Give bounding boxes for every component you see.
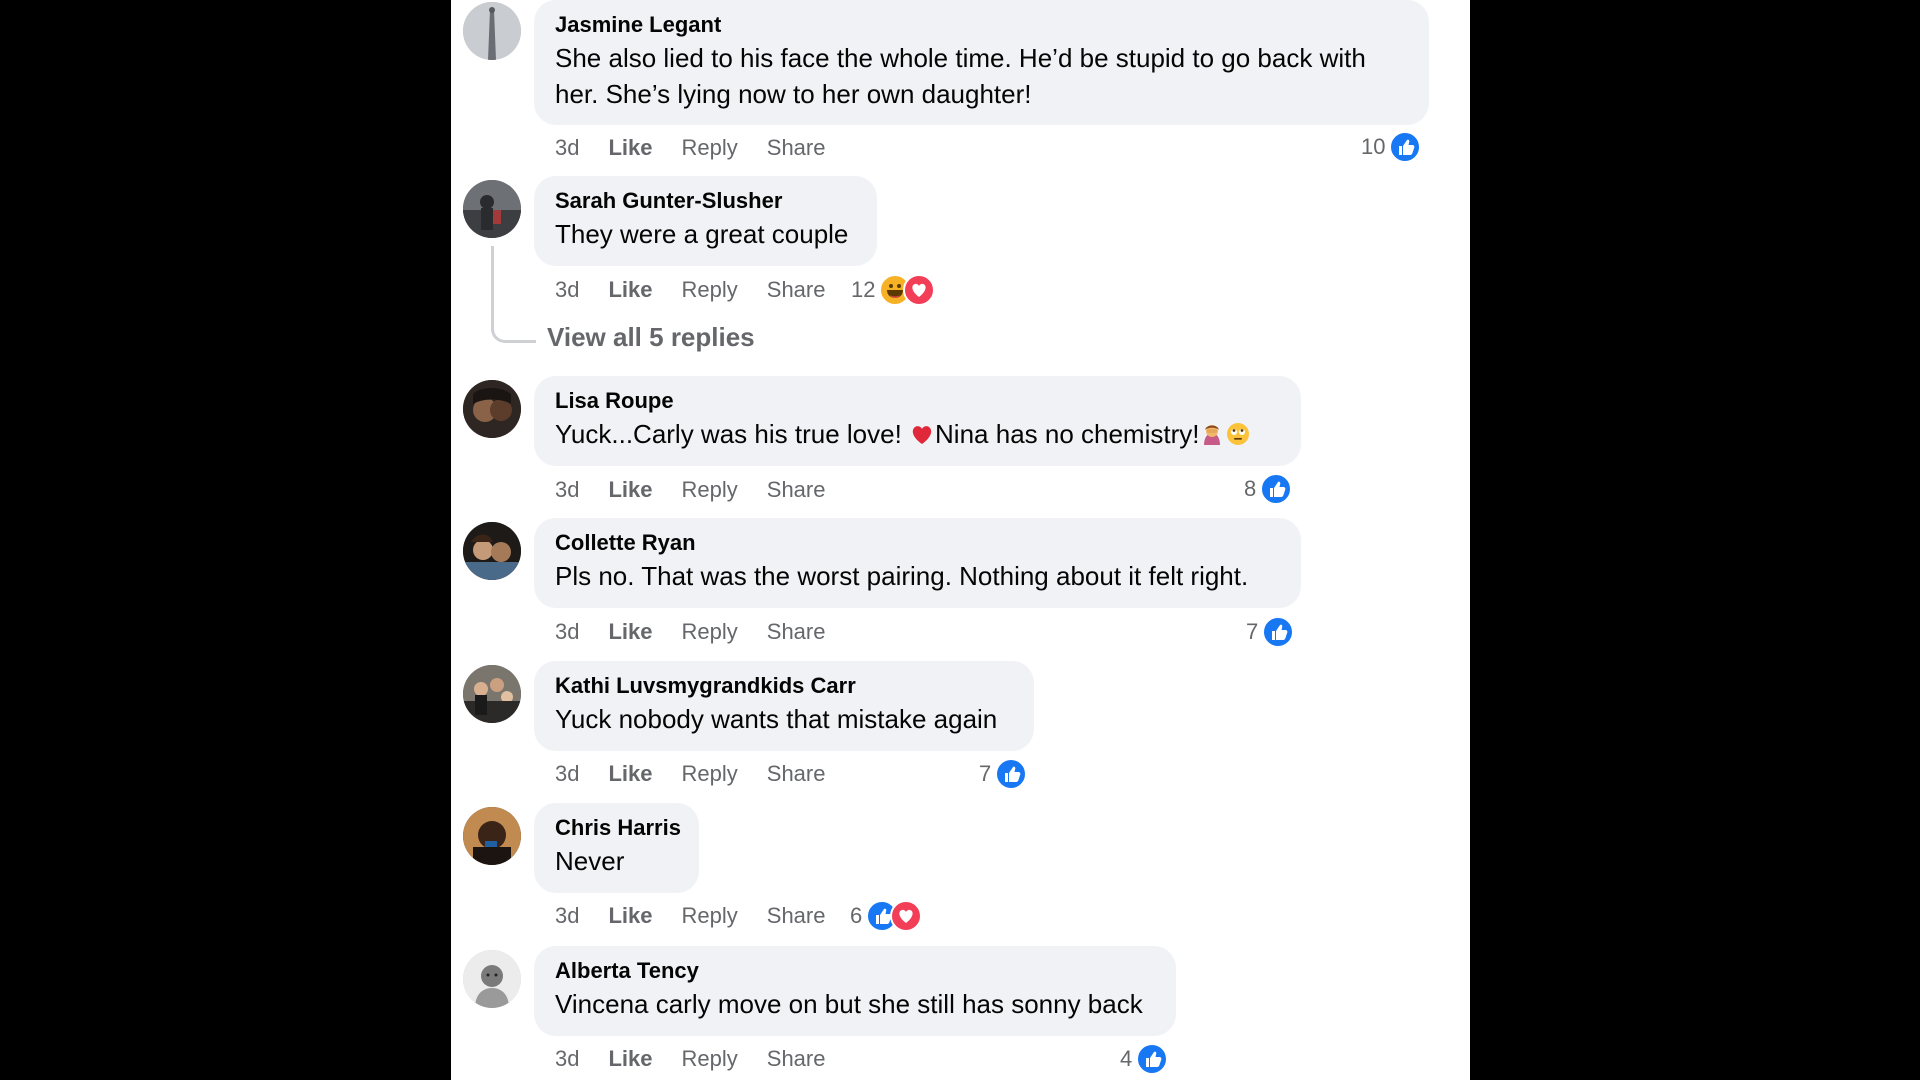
avatar-sarah-gunter-slusher[interactable] xyxy=(463,180,521,238)
comment-bubble-lisa-roupe: Lisa Roupe Yuck...Carly was his true lov… xyxy=(534,376,1301,466)
comment-bubble-collette-ryan: Collette Ryan Pls no. That was the worst… xyxy=(534,518,1301,608)
love-icon xyxy=(903,274,936,306)
comment-actions: 3d Like Reply Share xyxy=(555,475,854,505)
comment-bubble-sarah-gunter-slusher: Sarah Gunter-Slusher They were a great c… xyxy=(534,176,877,266)
comment-actions: 3d Like Reply Share xyxy=(555,617,854,647)
comment-text: Yuck...Carly was his true love! Nina has… xyxy=(555,416,1280,452)
comment-time[interactable]: 3d xyxy=(555,619,579,645)
comment-author[interactable]: Chris Harris xyxy=(555,813,681,843)
comment-actions: 3d Like Reply Share xyxy=(555,275,854,305)
comment-bubble-alberta-tency: Alberta Tency Vincena carly move on but … xyxy=(534,946,1176,1036)
comment-author[interactable]: Alberta Tency xyxy=(555,956,1155,986)
avatar-chris-harris[interactable] xyxy=(463,807,521,865)
like-icon xyxy=(1260,473,1293,505)
avatar-jasmine-legant[interactable] xyxy=(463,2,521,60)
comment-author[interactable]: Lisa Roupe xyxy=(555,386,1280,416)
comment-text: Vincena carly move on but she still has … xyxy=(555,989,1143,1019)
comment-author[interactable]: Sarah Gunter-Slusher xyxy=(555,186,856,216)
like-icon xyxy=(1262,616,1295,648)
share-button[interactable]: Share xyxy=(767,903,826,929)
comment-bubble-jasmine-legant: Jasmine Legant She also lied to his face… xyxy=(534,0,1429,125)
reaction-summary[interactable]: 12 xyxy=(851,274,936,306)
comments-panel: Jasmine Legant She also lied to his face… xyxy=(451,0,1470,1080)
comment-actions: 3d Like Reply Share xyxy=(555,759,854,789)
love-icon xyxy=(890,900,923,932)
like-button[interactable]: Like xyxy=(608,619,652,645)
reaction-count: 8 xyxy=(1244,476,1257,501)
comment-text-line-2: her. She’s lying now to her own daughter… xyxy=(555,79,1032,109)
reply-button[interactable]: Reply xyxy=(682,619,738,645)
woman-facepalming-emoji xyxy=(1199,420,1225,446)
comment-time[interactable]: 3d xyxy=(555,1046,579,1072)
avatar-collette-ryan[interactable] xyxy=(463,522,521,580)
reply-button[interactable]: Reply xyxy=(682,477,738,503)
reply-button[interactable]: Reply xyxy=(682,903,738,929)
comment-bubble-chris-harris: Chris Harris Never xyxy=(534,803,699,893)
reply-button[interactable]: Reply xyxy=(682,1046,738,1072)
like-button[interactable]: Like xyxy=(608,277,652,303)
reaction-summary[interactable]: 8 xyxy=(1244,473,1293,505)
share-button[interactable]: Share xyxy=(767,477,826,503)
comment-author[interactable]: Jasmine Legant xyxy=(555,10,1408,40)
rolling-eyes-emoji xyxy=(1225,420,1251,446)
reaction-count: 7 xyxy=(979,761,992,786)
like-icon xyxy=(1389,131,1422,163)
comment-actions: 3d Like Reply Share xyxy=(555,901,854,931)
comment-time[interactable]: 3d xyxy=(555,761,579,787)
comment-text: Yuck nobody wants that mistake again xyxy=(555,704,998,734)
like-icon xyxy=(1136,1043,1169,1075)
comment-text-line-1: She also lied to his face the whole time… xyxy=(555,43,1366,73)
share-button[interactable]: Share xyxy=(767,1046,826,1072)
reply-thread-line xyxy=(491,246,536,343)
share-button[interactable]: Share xyxy=(767,135,826,161)
comment-time[interactable]: 3d xyxy=(555,277,579,303)
avatar-lisa-roupe[interactable] xyxy=(463,380,521,438)
reaction-count: 4 xyxy=(1120,1046,1133,1071)
like-button[interactable]: Like xyxy=(608,477,652,503)
comment-text-part-1: Yuck...Carly was his true love! xyxy=(555,419,910,449)
like-button[interactable]: Like xyxy=(608,761,652,787)
red-heart-emoji xyxy=(909,420,935,446)
like-button[interactable]: Like xyxy=(608,903,652,929)
like-button[interactable]: Like xyxy=(608,135,652,161)
reaction-summary[interactable]: 7 xyxy=(979,758,1028,790)
comment-time[interactable]: 3d xyxy=(555,135,579,161)
reaction-summary[interactable]: 7 xyxy=(1246,616,1295,648)
comment-text-part-2: Nina has no chemistry! xyxy=(935,419,1200,449)
comment-actions: 3d Like Reply Share xyxy=(555,133,854,163)
share-button[interactable]: Share xyxy=(767,277,826,303)
reaction-count: 12 xyxy=(851,277,876,302)
comment-time[interactable]: 3d xyxy=(555,477,579,503)
reply-button[interactable]: Reply xyxy=(682,761,738,787)
comment-author[interactable]: Kathi Luvsmygrandkids Carr xyxy=(555,671,1013,701)
comment-bubble-kathi-luvsmygrandkids-carr: Kathi Luvsmygrandkids Carr Yuck nobody w… xyxy=(534,661,1034,751)
reply-button[interactable]: Reply xyxy=(682,135,738,161)
like-button[interactable]: Like xyxy=(608,1046,652,1072)
comment-actions: 3d Like Reply Share xyxy=(555,1044,854,1074)
avatar-kathi-luvsmygrandkids-carr[interactable] xyxy=(463,665,521,723)
comment-text: Pls no. That was the worst pairing. Noth… xyxy=(555,561,1249,591)
reply-button[interactable]: Reply xyxy=(682,277,738,303)
view-all-replies-link[interactable]: View all 5 replies xyxy=(547,322,755,353)
reaction-summary[interactable]: 10 xyxy=(1361,131,1422,163)
reaction-summary[interactable]: 6 xyxy=(850,900,923,932)
comment-author[interactable]: Collette Ryan xyxy=(555,528,1280,558)
avatar-alberta-tency[interactable] xyxy=(463,950,521,1008)
reaction-count: 10 xyxy=(1361,134,1386,159)
comment-time[interactable]: 3d xyxy=(555,903,579,929)
reaction-count: 7 xyxy=(1246,619,1259,644)
like-icon xyxy=(995,758,1028,790)
share-button[interactable]: Share xyxy=(767,619,826,645)
reaction-count: 6 xyxy=(850,903,863,928)
comment-text: Never xyxy=(555,846,625,876)
reaction-summary[interactable]: 4 xyxy=(1120,1043,1169,1075)
comment-text: They were a great couple xyxy=(555,219,849,249)
share-button[interactable]: Share xyxy=(767,761,826,787)
